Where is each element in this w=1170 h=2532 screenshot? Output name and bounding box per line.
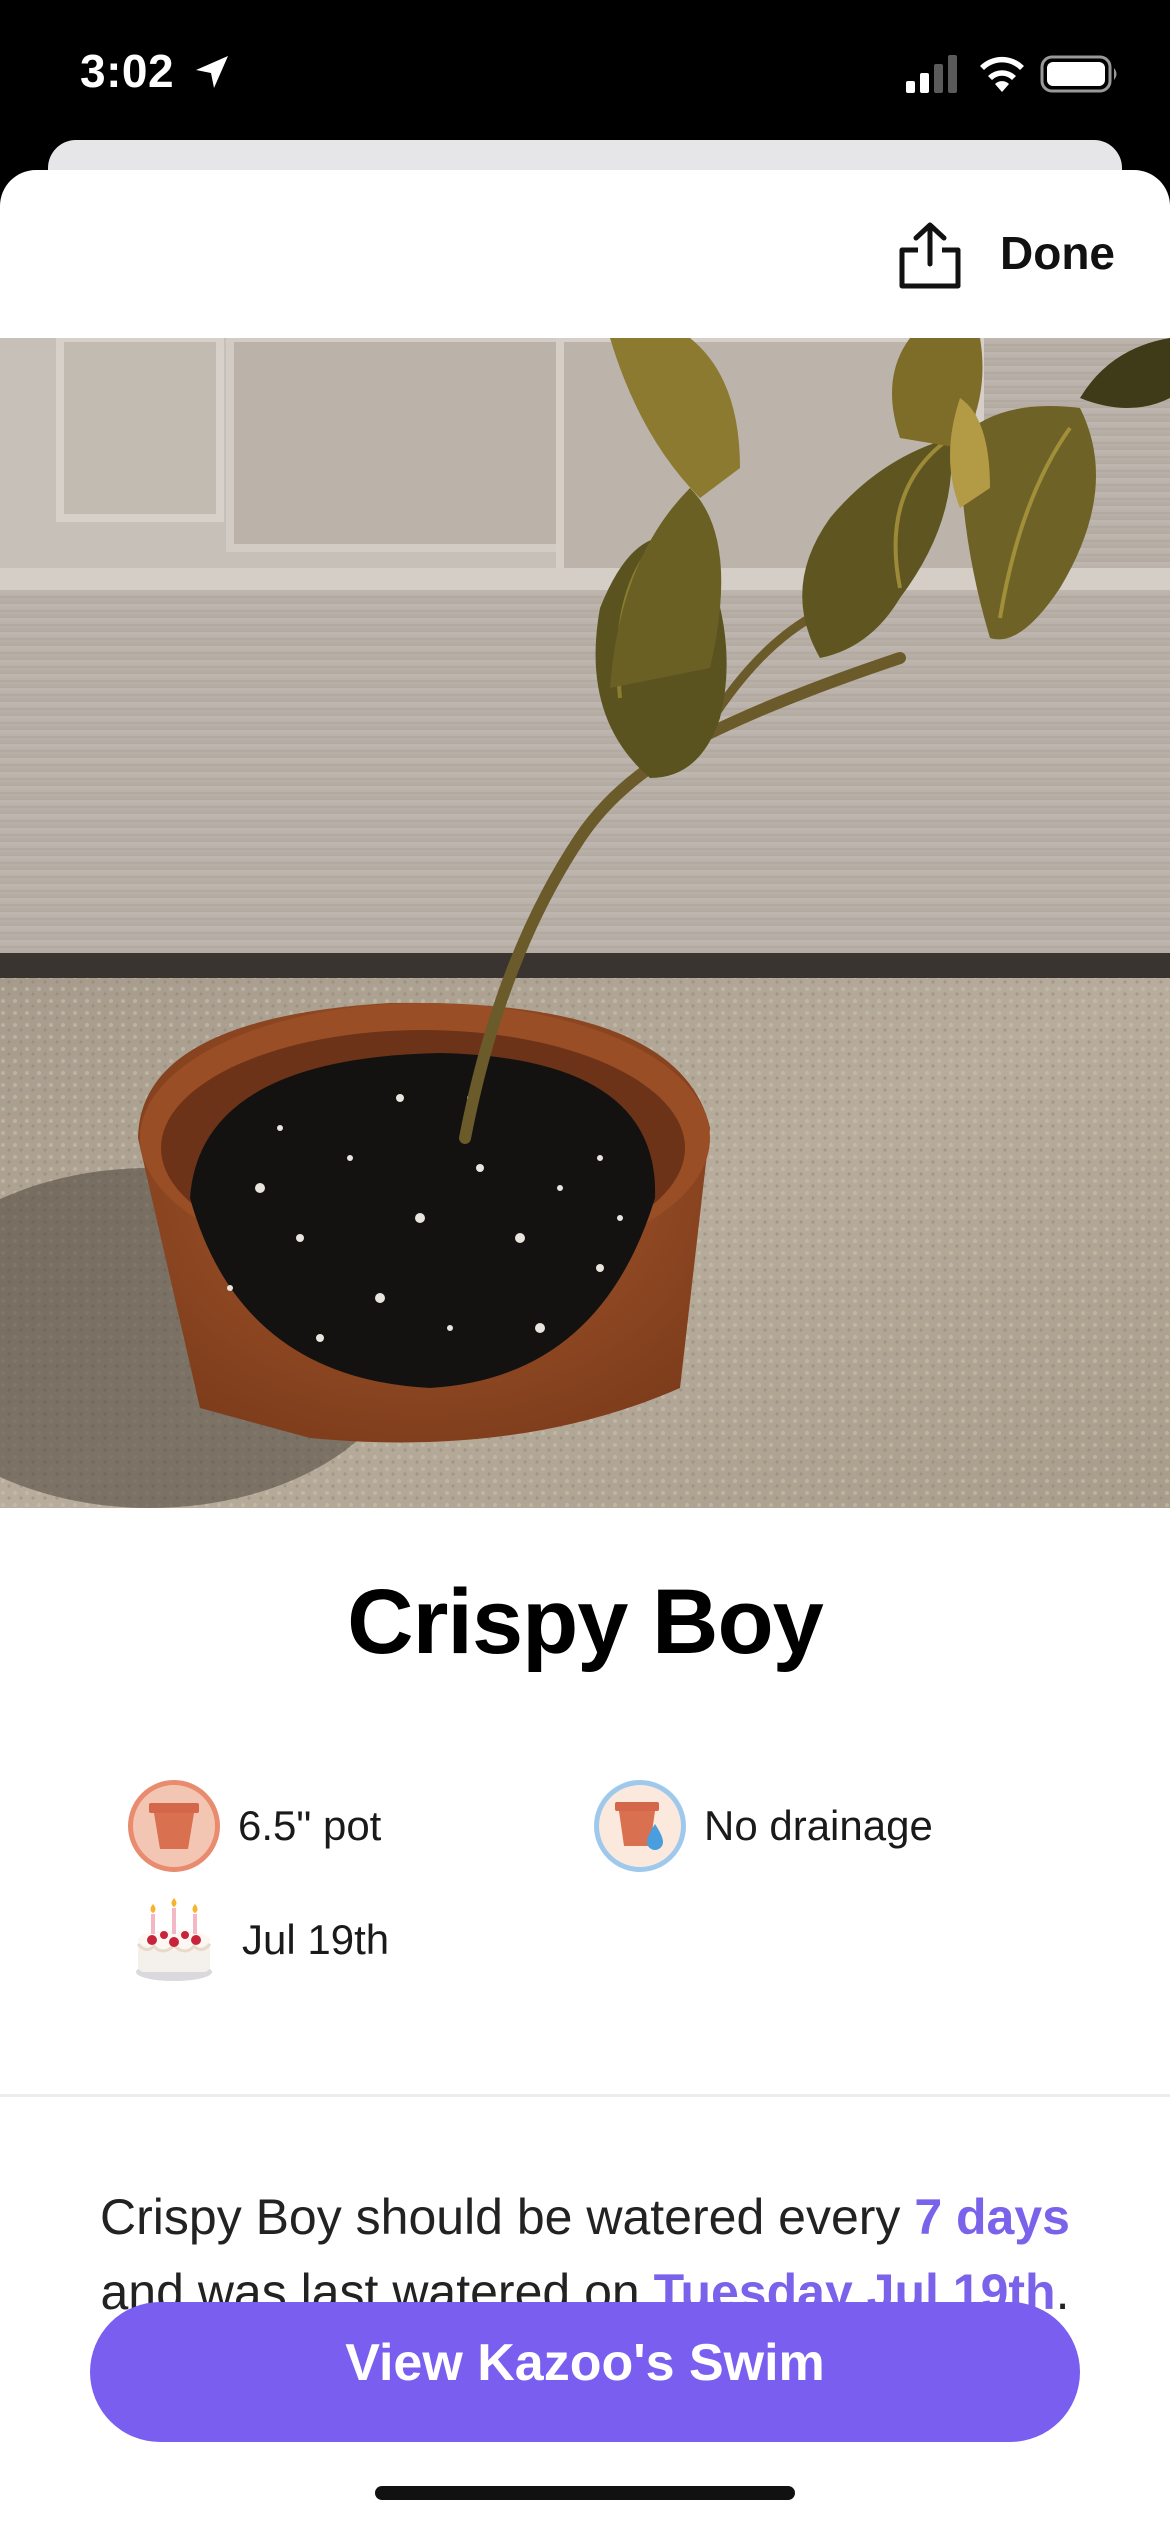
birthday-attribute: Jul 19th [134, 1898, 389, 1982]
no-drainage-icon [594, 1780, 686, 1872]
cellular-signal-icon [906, 55, 957, 93]
wifi-icon [980, 56, 1024, 92]
status-bar: 3:02 [0, 0, 1170, 150]
sheet-nav-bar: Done [0, 170, 1170, 338]
battery-icon [1040, 55, 1117, 93]
status-time: 3:02 [80, 45, 175, 97]
pot-icon [128, 1780, 220, 1872]
watering-interval: 7 days [914, 2189, 1070, 2245]
view-button-label: View Kazoo's Swim [345, 2334, 825, 2392]
plant-detail-sheet: Done Crispy Boy 6.5" pot No drainage Jul… [0, 170, 1170, 2532]
section-divider [0, 2094, 1170, 2097]
share-icon[interactable] [896, 220, 964, 290]
plant-photo [0, 338, 1170, 1508]
location-arrow-icon [196, 56, 228, 88]
watering-suffix: . [1055, 2264, 1070, 2320]
birthday-cake-icon [136, 1898, 212, 1981]
plant-name-title: Crispy Boy [347, 1571, 824, 1673]
done-button[interactable]: Done [1000, 226, 1115, 280]
birthday-label: Jul 19th [242, 1916, 390, 1963]
watering-prefix: Crispy Boy should be watered every [100, 2189, 915, 2245]
home-indicator[interactable] [375, 2486, 795, 2500]
drainage-label: No drainage [704, 1802, 933, 1849]
drainage-attribute: No drainage [594, 1780, 933, 1872]
view-button[interactable]: View Kazoo's Swim [90, 2302, 1080, 2442]
pot-size-attribute: 6.5" pot [128, 1780, 381, 1872]
pot-size-label: 6.5" pot [238, 1802, 382, 1849]
